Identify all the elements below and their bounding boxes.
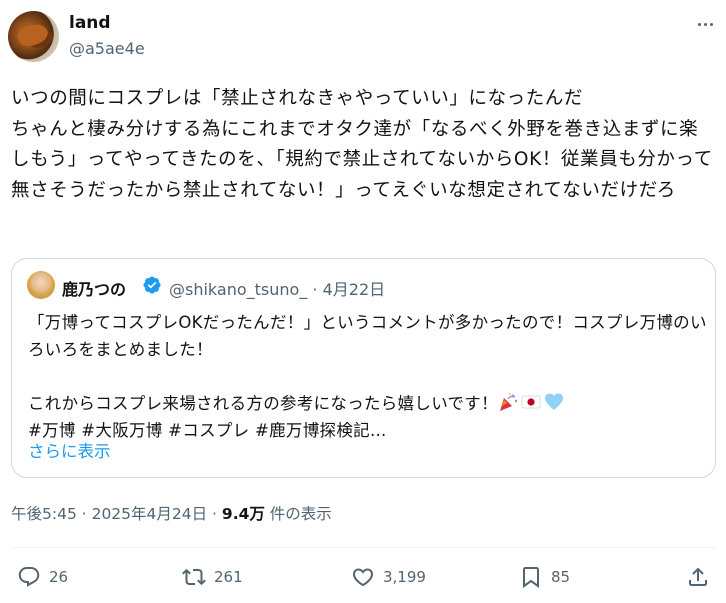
like-count: 3,199 bbox=[383, 568, 426, 586]
divider bbox=[11, 547, 716, 548]
reply-count: 26 bbox=[49, 568, 69, 586]
tweet-text: いつの間にコスプレは「禁止されなきゃやっていい」になったんだ ちゃんと棲み分けす… bbox=[11, 88, 713, 201]
retweet-icon bbox=[182, 568, 206, 586]
share-icon bbox=[689, 567, 707, 586]
reply-button[interactable]: 26 bbox=[17, 563, 68, 591]
author-name[interactable]: land bbox=[69, 13, 111, 33]
more-options-icon[interactable] bbox=[694, 14, 716, 34]
japan-flag-icon bbox=[521, 395, 541, 409]
quoted-avatar[interactable] bbox=[27, 271, 55, 299]
quoted-emojis bbox=[498, 392, 564, 412]
bookmark-count: 85 bbox=[551, 568, 571, 586]
like-button[interactable]: 3,199 bbox=[351, 563, 426, 591]
retweet-button[interactable]: 261 bbox=[182, 563, 243, 591]
quoted-tweet[interactable]: 鹿乃つの @shikano_tsuno_ · 4月22日 「万博ってコスプレOK… bbox=[11, 258, 716, 478]
quoted-body: 「万博ってコスプレOKだったんだ！」というコメントが多かったので！コスプレ万博の… bbox=[28, 313, 707, 413]
author-avatar[interactable] bbox=[8, 11, 59, 62]
retweet-count: 261 bbox=[214, 568, 243, 586]
light-blue-heart-icon bbox=[544, 393, 563, 410]
share-button[interactable] bbox=[686, 563, 710, 591]
view-count: 9.4万 bbox=[221, 505, 265, 523]
heart-icon bbox=[352, 568, 374, 587]
party-popper-icon bbox=[499, 393, 518, 411]
show-more-link[interactable]: さらに表示 bbox=[28, 438, 111, 462]
author-handle[interactable]: @a5ae4e bbox=[69, 39, 145, 58]
quoted-text: 「万博ってコスプレOKだったんだ！」というコメントが多かったので！コスプレ万博の… bbox=[28, 309, 708, 444]
quoted-author-name[interactable]: 鹿乃つの bbox=[62, 276, 126, 300]
tweet-timestamp[interactable]: 午後5:45 · 2025年4月24日 · bbox=[11, 505, 222, 523]
views-label: 件の表示 bbox=[264, 505, 332, 523]
reply-icon bbox=[18, 567, 40, 587]
quoted-handle-date[interactable]: @shikano_tsuno_ · 4月22日 bbox=[169, 276, 385, 300]
verified-badge-icon bbox=[143, 276, 161, 294]
tweet-meta: 午後5:45 · 2025年4月24日 · 9.4万 件の表示 bbox=[11, 502, 332, 524]
bookmark-icon bbox=[523, 567, 539, 588]
bookmark-button[interactable]: 85 bbox=[519, 563, 570, 591]
